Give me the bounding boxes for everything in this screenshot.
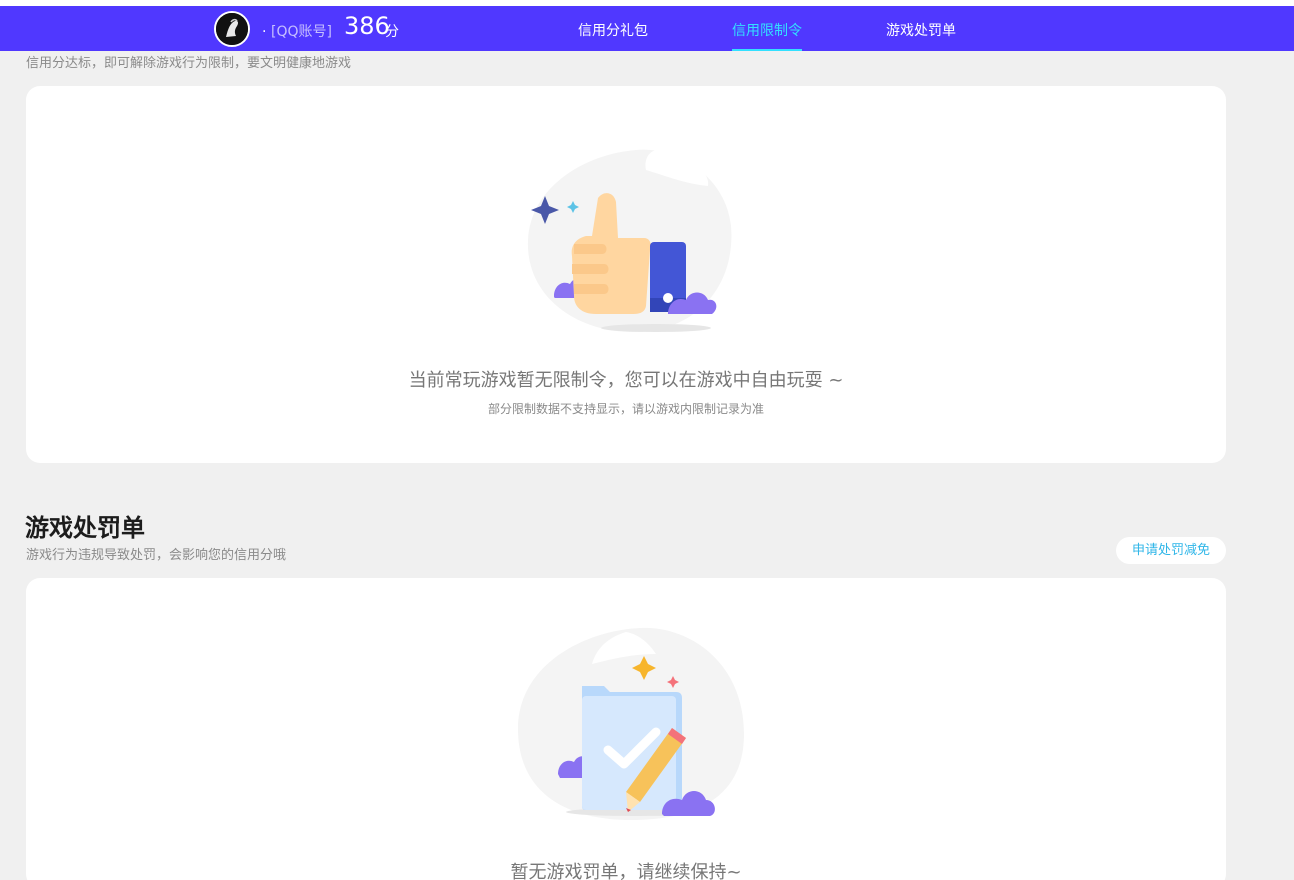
penalty-section-title: 游戏处罚单 [25,514,145,542]
account-label: [QQ账号] [271,24,332,40]
nickname: . [262,20,267,36]
tab-game-penalty[interactable]: 游戏处罚单 [886,20,956,40]
clipboard-pencil-icon [518,627,744,820]
tab-credit-restriction[interactable]: 信用限制令 [732,20,802,40]
penalty-card: 暂无游戏罚单，请继续保持~ [26,578,1226,880]
avatar-image-icon [216,13,248,45]
thumbs-up-icon [527,149,732,333]
restriction-empty-message: 当前常玩游戏暂无限制令，您可以在游戏中自由玩耍 ~ [408,370,844,391]
restriction-empty-note: 部分限制数据不支持显示，请以游戏内限制记录为准 [487,402,764,416]
penalty-empty-message: 暂无游戏罚单，请继续保持~ [510,862,742,880]
credit-score: 386 [344,12,390,40]
active-tab-underline [732,49,802,51]
top-navbar: . [QQ账号] 386 分 信用分礼包 信用限制令 游戏处罚单 [0,6,1294,51]
restriction-card: 当前常玩游戏暂无限制令，您可以在游戏中自由玩耍 ~ 部分限制数据不支持显示，请以… [26,86,1226,463]
penalty-subtitle: 游戏行为违规导致处罚，会影响您的信用分哦 [26,548,287,563]
restriction-subtitle: 信用分达标，即可解除游戏行为限制，要文明健康地游戏 [26,56,352,71]
apply-penalty-reduction-button[interactable]: 申请处罚减免 [1116,537,1226,564]
credit-score-unit: 分 [385,24,399,40]
tab-credit-gift[interactable]: 信用分礼包 [578,20,648,40]
avatar[interactable] [214,11,250,47]
